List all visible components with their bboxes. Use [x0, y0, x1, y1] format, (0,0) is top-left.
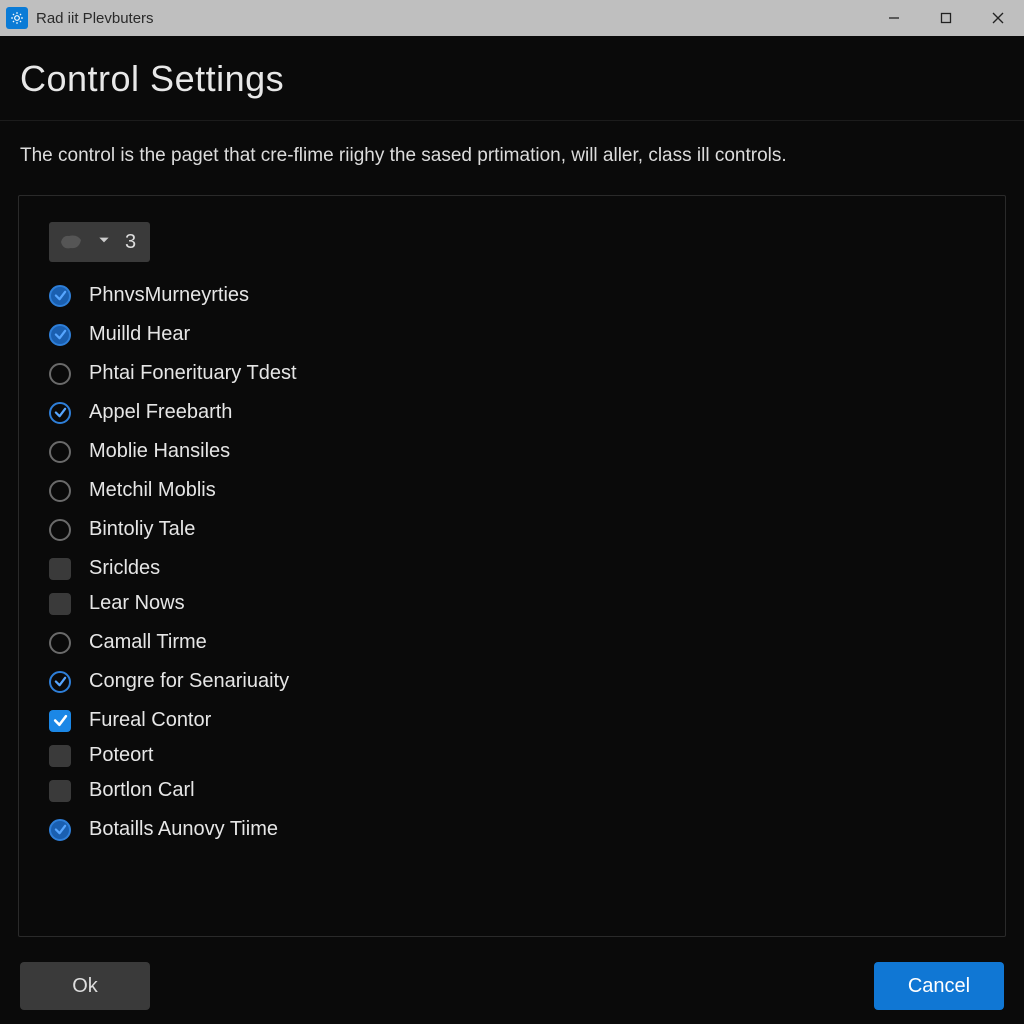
option-label: Metchil Moblis [89, 479, 216, 502]
check-icon [54, 406, 67, 419]
option-label: Botaills Aunovy Tiime [89, 818, 278, 841]
option-label: PhnvsMurneyrties [89, 284, 249, 307]
option-row[interactable]: Camall Tirme [49, 631, 975, 654]
check-icon [54, 823, 67, 836]
check-icon [54, 328, 67, 341]
option-row[interactable]: Metchil Moblis [49, 479, 975, 502]
radio-control[interactable] [49, 402, 71, 424]
tag-icon [59, 232, 83, 252]
option-list: PhnvsMurneyrties Muilld Hear Phtai Fonerit… [49, 284, 975, 841]
option-label: Bortlon Carl [89, 779, 195, 802]
radio-control[interactable] [49, 480, 71, 502]
level-dropdown[interactable]: 3 [49, 222, 150, 262]
option-row[interactable]: Lear Nows [49, 592, 975, 615]
option-label: Appel Freebarth [89, 401, 232, 424]
checkbox-control[interactable] [49, 780, 71, 802]
option-label: Congre for Senariuaity [89, 670, 289, 693]
ok-button[interactable]: Ok [20, 962, 150, 1010]
option-row[interactable]: Appel Freebarth [49, 401, 975, 424]
option-label: Muilld Hear [89, 323, 190, 346]
option-row[interactable]: Moblie Hansiles [49, 440, 975, 463]
option-label: Phtai Fonerituary Tdest [89, 362, 297, 385]
option-row[interactable]: Poteort [49, 744, 975, 767]
cancel-button[interactable]: Cancel [874, 962, 1004, 1010]
radio-control[interactable] [49, 324, 71, 346]
app-icon [6, 7, 28, 29]
option-label: Lear Nows [89, 592, 185, 615]
option-label: Camall Tirme [89, 631, 207, 654]
window-title: Rad iit Plevbuters [36, 10, 868, 27]
option-row[interactable]: Bortlon Carl [49, 779, 975, 802]
check-icon [54, 289, 67, 302]
window-controls [868, 0, 1024, 36]
close-button[interactable] [972, 0, 1024, 36]
chevron-down-icon [97, 233, 111, 252]
radio-control[interactable] [49, 632, 71, 654]
checkbox-control[interactable] [49, 745, 71, 767]
maximize-button[interactable] [920, 0, 972, 36]
radio-control[interactable] [49, 819, 71, 841]
option-row[interactable]: Fureal Contor [49, 709, 975, 732]
check-icon [54, 675, 67, 688]
option-row[interactable]: Botaills Aunovy Tiime [49, 818, 975, 841]
checkbox-control[interactable] [49, 593, 71, 615]
dropdown-value: 3 [125, 231, 136, 254]
radio-control[interactable] [49, 671, 71, 693]
page-description: The control is the paget that cre-flime … [0, 121, 1024, 187]
option-row[interactable]: Congre for Senariuaity [49, 670, 975, 693]
checkbox-control[interactable] [49, 710, 71, 732]
radio-control[interactable] [49, 363, 71, 385]
radio-control[interactable] [49, 285, 71, 307]
settings-panel: 3 PhnvsMurneyrties Muilld Hear Phtai Foner… [18, 195, 1006, 937]
radio-control[interactable] [49, 519, 71, 541]
option-label: Fureal Contor [89, 709, 211, 732]
option-label: Sricldes [89, 557, 160, 580]
option-row[interactable]: Muilld Hear [49, 323, 975, 346]
titlebar: Rad iit Plevbuters [0, 0, 1024, 36]
footer: Ok Cancel [20, 962, 1004, 1010]
option-row[interactable]: Bintoliy Tale [49, 518, 975, 541]
option-label: Moblie Hansiles [89, 440, 230, 463]
radio-control[interactable] [49, 441, 71, 463]
checkbox-control[interactable] [49, 558, 71, 580]
page-title: Control Settings [0, 36, 1024, 120]
option-row[interactable]: Phtai Fonerituary Tdest [49, 362, 975, 385]
option-label: Poteort [89, 744, 153, 767]
option-row[interactable]: PhnvsMurneyrties [49, 284, 975, 307]
option-row[interactable]: Sricldes [49, 557, 975, 580]
option-label: Bintoliy Tale [89, 518, 195, 541]
minimize-button[interactable] [868, 0, 920, 36]
